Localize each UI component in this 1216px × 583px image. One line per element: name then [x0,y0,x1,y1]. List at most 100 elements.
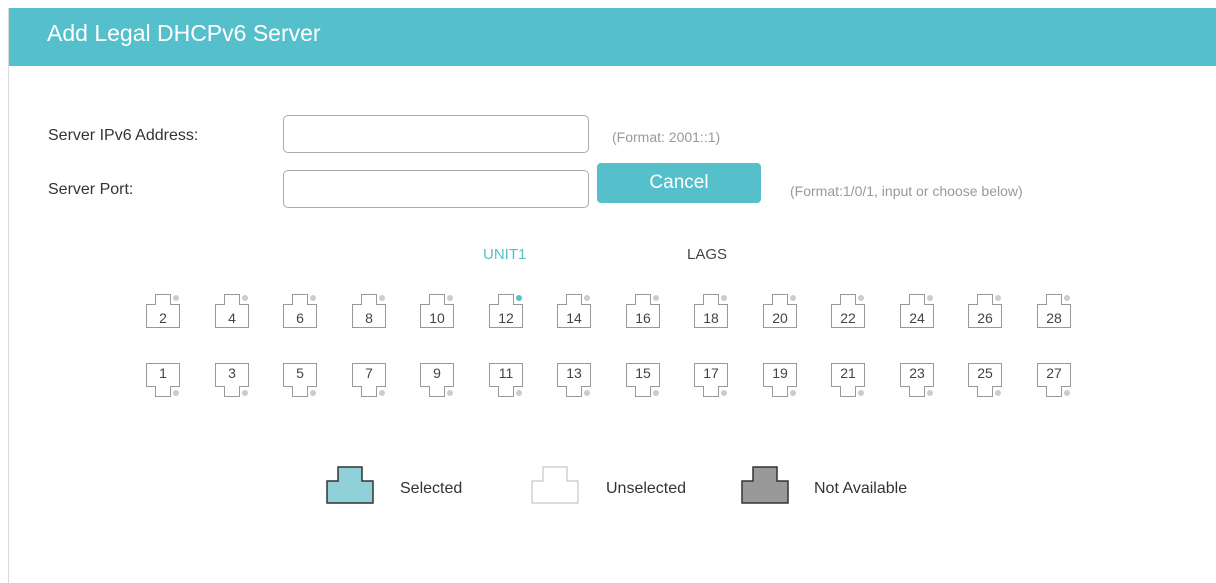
port-link-indicator [379,295,385,301]
port-link-indicator [310,390,316,396]
port-number: 23 [909,365,925,381]
port-13[interactable]: 13 [557,363,591,397]
port-5[interactable]: 5 [283,363,317,397]
port-link-indicator [1064,295,1070,301]
server-port-input[interactable] [283,170,589,208]
port-link-indicator [927,390,933,396]
port-number: 13 [566,365,582,381]
server-ipv6-address-label: Server IPv6 Address: [48,127,199,144]
port-link-indicator [310,295,316,301]
port-21[interactable]: 21 [831,363,865,397]
port-number: 8 [365,310,373,326]
unselected-legend-label: Unselected [606,480,687,497]
port-link-indicator [790,390,796,396]
tab-lags[interactable]: LAGS [687,246,727,263]
server-ipv6-address-input[interactable] [283,115,589,153]
port-9[interactable]: 9 [420,363,454,397]
port-3[interactable]: 3 [215,363,249,397]
port-28[interactable]: 28 [1037,294,1071,328]
port-link-indicator [653,295,659,301]
port-link-indicator [584,295,590,301]
port-number: 6 [296,310,304,326]
port-11[interactable]: 11 [489,363,523,397]
port-number: 22 [840,310,856,326]
port-number: 1 [159,365,167,381]
port-link-indicator [516,390,522,396]
port-19[interactable]: 19 [763,363,797,397]
port-number: 11 [498,365,514,381]
port-link-indicator [858,295,864,301]
port-number: 19 [772,365,788,381]
port-number: 5 [296,365,304,381]
port-number: 21 [840,365,856,381]
selected-port-legend-icon [326,466,374,504]
port-format-hint: (Format:1/0/1, input or choose below) [790,183,1023,199]
port-10[interactable]: 10 [420,294,454,328]
server-port-label: Server Port: [48,181,134,198]
port-link-indicator [927,295,933,301]
port-6[interactable]: 6 [283,294,317,328]
unselected-port-legend-icon [531,466,579,504]
port-8[interactable]: 8 [352,294,386,328]
port-23[interactable]: 23 [900,363,934,397]
port-link-indicator [447,295,453,301]
port-link-indicator [516,295,522,301]
port-20[interactable]: 20 [763,294,797,328]
selected-legend-label: Selected [400,480,463,497]
port-number: 18 [703,310,719,326]
port-number: 2 [159,310,167,326]
port-link-indicator [242,295,248,301]
port-link-indicator [173,295,179,301]
port-number: 27 [1046,365,1062,381]
port-link-indicator [995,390,1001,396]
port-link-indicator [790,295,796,301]
port-link-indicator [447,390,453,396]
port-link-indicator [379,390,385,396]
port-link-indicator [653,390,659,396]
port-link-indicator [584,390,590,396]
port-link-indicator [242,390,248,396]
not-available-port-legend-icon [741,466,789,504]
port-18[interactable]: 18 [694,294,728,328]
port-number: 28 [1046,310,1062,326]
port-number: 20 [772,310,788,326]
port-17[interactable]: 17 [694,363,728,397]
port-link-indicator [858,390,864,396]
port-1[interactable]: 1 [146,363,180,397]
port-link-indicator [721,390,727,396]
cancel-button[interactable]: Cancel [597,163,761,203]
port-number: 15 [635,365,651,381]
port-7[interactable]: 7 [352,363,386,397]
port-number: 9 [433,365,441,381]
port-number: 26 [977,310,993,326]
port-27[interactable]: 27 [1037,363,1071,397]
port-number: 25 [977,365,993,381]
port-number: 10 [429,310,445,326]
port-number: 14 [566,310,582,326]
port-number: 7 [365,365,373,381]
port-link-indicator [1064,390,1070,396]
port-15[interactable]: 15 [626,363,660,397]
port-link-indicator [721,295,727,301]
port-number: 3 [228,365,236,381]
port-26[interactable]: 26 [968,294,1002,328]
port-12[interactable]: 12 [489,294,523,328]
tab-unit1[interactable]: UNIT1 [483,246,526,263]
port-number: 17 [703,365,719,381]
port-number: 24 [909,310,925,326]
port-16[interactable]: 16 [626,294,660,328]
port-link-indicator [173,390,179,396]
dialog-title: Add Legal DHCPv6 Server [9,8,1216,66]
port-link-indicator [995,295,1001,301]
port-number: 16 [635,310,651,326]
port-24[interactable]: 24 [900,294,934,328]
port-2[interactable]: 2 [146,294,180,328]
port-25[interactable]: 25 [968,363,1002,397]
port-14[interactable]: 14 [557,294,591,328]
port-number: 12 [498,310,514,326]
ipv6-format-hint: (Format: 2001::1) [612,129,721,145]
not-available-legend-label: Not Available [814,480,908,497]
port-4[interactable]: 4 [215,294,249,328]
port-number: 4 [228,310,236,326]
port-22[interactable]: 22 [831,294,865,328]
